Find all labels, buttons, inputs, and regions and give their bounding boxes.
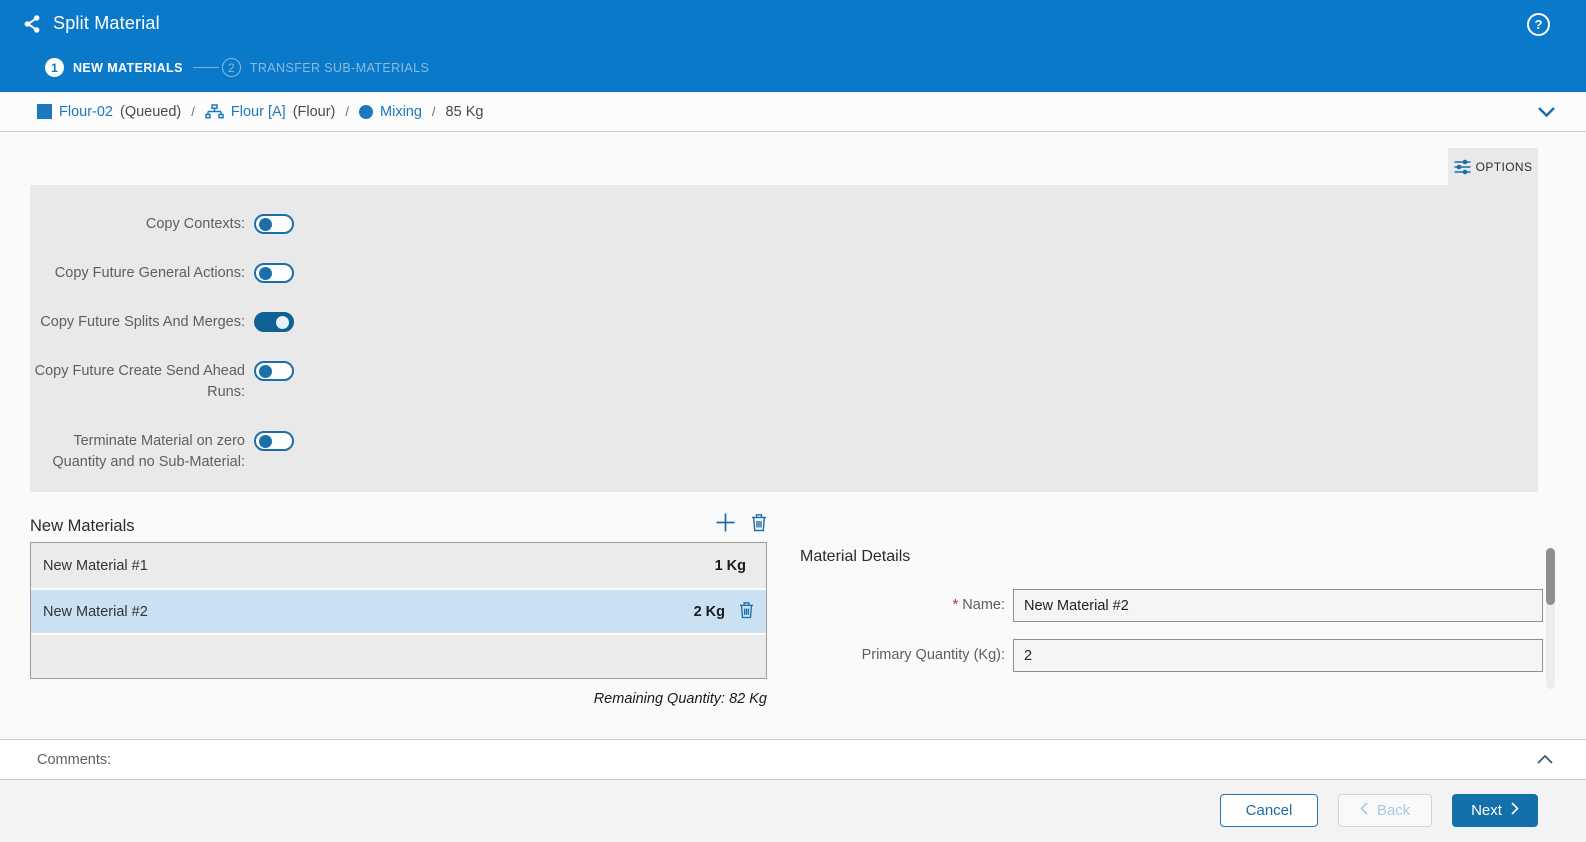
step-1-label: NEW MATERIALS [73,61,183,75]
option-row: Copy Future Splits And Merges: [30,312,1538,333]
help-button[interactable]: ? [1527,13,1550,36]
copy-future-general-actions-label: Copy Future General Actions: [30,263,245,284]
material-row-quantity: 2 Kg [694,604,725,620]
material-square-icon [37,104,52,119]
comments-section[interactable]: Comments: [0,739,1586,780]
footer: Cancel Back Next [0,780,1586,842]
back-button[interactable]: Back [1338,794,1432,827]
details-scrollbar[interactable] [1546,548,1555,689]
breadcrumb: Flour-02 (Queued) / Flour [A] (Flour) / … [0,92,1586,132]
step-2-label: TRANSFER SUB-MATERIALS [250,61,429,75]
toggle-knob [259,365,272,378]
step-1-circle: 1 [45,58,64,77]
breadcrumb-step-link[interactable]: Mixing [380,104,422,120]
scrollbar-thumb[interactable] [1546,548,1555,605]
new-materials-list: New Material #1 1 Kg New Material #2 2 K… [30,542,767,679]
material-row-empty[interactable] [31,633,766,678]
option-row: Copy Contexts: [30,214,1538,235]
breadcrumb-separator: / [191,104,195,119]
primary-quantity-label: Primary Quantity (Kg): [800,639,1005,671]
material-row-name: New Material #1 [43,558,715,574]
breadcrumb-separator: / [345,104,349,119]
header: Split Material ? 1 NEW MATERIALS 2 TRANS… [0,0,1586,92]
new-materials-title: New Materials [30,517,135,536]
option-row: Terminate Material on zero Quantity and … [30,431,1538,473]
copy-future-splits-merges-toggle[interactable] [254,312,294,332]
options-panel: Copy Contexts: Copy Future General Actio… [30,185,1538,492]
material-row-name: New Material #2 [43,604,694,620]
split-material-icon [22,14,42,34]
comments-label: Comments: [37,752,111,768]
next-button[interactable]: Next [1452,794,1538,827]
breadcrumb-product-family: (Flour) [293,104,336,120]
toggle-knob [259,435,272,448]
remaining-quantity: Remaining Quantity: 82 Kg [30,691,767,707]
breadcrumb-quantity: 85 Kg [446,104,484,120]
step-status-circle-icon [359,105,373,119]
name-label: *Name: [800,589,1005,621]
option-row: Copy Future General Actions: [30,263,1538,284]
delete-row-button[interactable] [739,601,754,622]
sliders-icon [1454,159,1471,175]
new-materials-header: New Materials [30,512,767,536]
step-indicator: 1 NEW MATERIALS 2 TRANSFER SUB-MATERIALS [45,58,439,77]
chevron-left-icon [1360,802,1368,819]
cancel-button[interactable]: Cancel [1220,794,1318,827]
add-material-button[interactable] [715,512,736,536]
copy-contexts-label: Copy Contexts: [30,214,245,235]
title-row: Split Material ? [0,0,1586,34]
options-tab[interactable]: OPTIONS [1448,148,1538,185]
required-asterisk: * [952,596,958,613]
toggle-knob [259,218,272,231]
material-details-title: Material Details [800,548,910,566]
new-materials-actions [715,512,767,536]
copy-future-general-actions-toggle[interactable] [254,263,294,283]
option-row: Copy Future Create Send Ahead Runs: [30,361,1538,403]
chevron-up-icon[interactable] [1536,754,1554,765]
name-field[interactable] [1013,589,1543,622]
toggle-knob [276,316,289,329]
breadcrumb-separator: / [432,104,436,119]
question-mark-icon: ? [1535,17,1543,32]
trash-icon [751,513,767,535]
chevron-down-icon[interactable] [1537,106,1556,118]
terminate-material-label: Terminate Material on zero Quantity and … [30,431,245,473]
material-row-quantity: 1 Kg [715,558,746,574]
copy-contexts-toggle[interactable] [254,214,294,234]
trash-icon [739,601,754,622]
terminate-material-toggle[interactable] [254,431,294,451]
copy-future-splits-merges-label: Copy Future Splits And Merges: [30,312,245,333]
material-row-1[interactable]: New Material #1 1 Kg [31,543,766,588]
page-title: Split Material [53,13,160,34]
split-material-dialog: Split Material ? 1 NEW MATERIALS 2 TRANS… [0,0,1586,842]
toggle-knob [259,267,272,280]
step-connector-line [193,67,219,68]
step-2-circle: 2 [222,58,241,77]
copy-future-send-ahead-label: Copy Future Create Send Ahead Runs: [30,361,245,403]
breadcrumb-material-status: (Queued) [120,104,181,120]
breadcrumb-material-link[interactable]: Flour-02 [59,104,113,120]
primary-quantity-field[interactable] [1013,639,1543,672]
chevron-right-icon [1511,802,1519,819]
plus-icon [715,512,736,536]
copy-future-send-ahead-toggle[interactable] [254,361,294,381]
hierarchy-icon [205,104,224,119]
delete-material-button[interactable] [751,513,767,535]
material-row-2[interactable]: New Material #2 2 Kg [31,588,766,633]
breadcrumb-product-link[interactable]: Flour [A] [231,104,286,120]
options-tab-label: OPTIONS [1476,160,1533,174]
